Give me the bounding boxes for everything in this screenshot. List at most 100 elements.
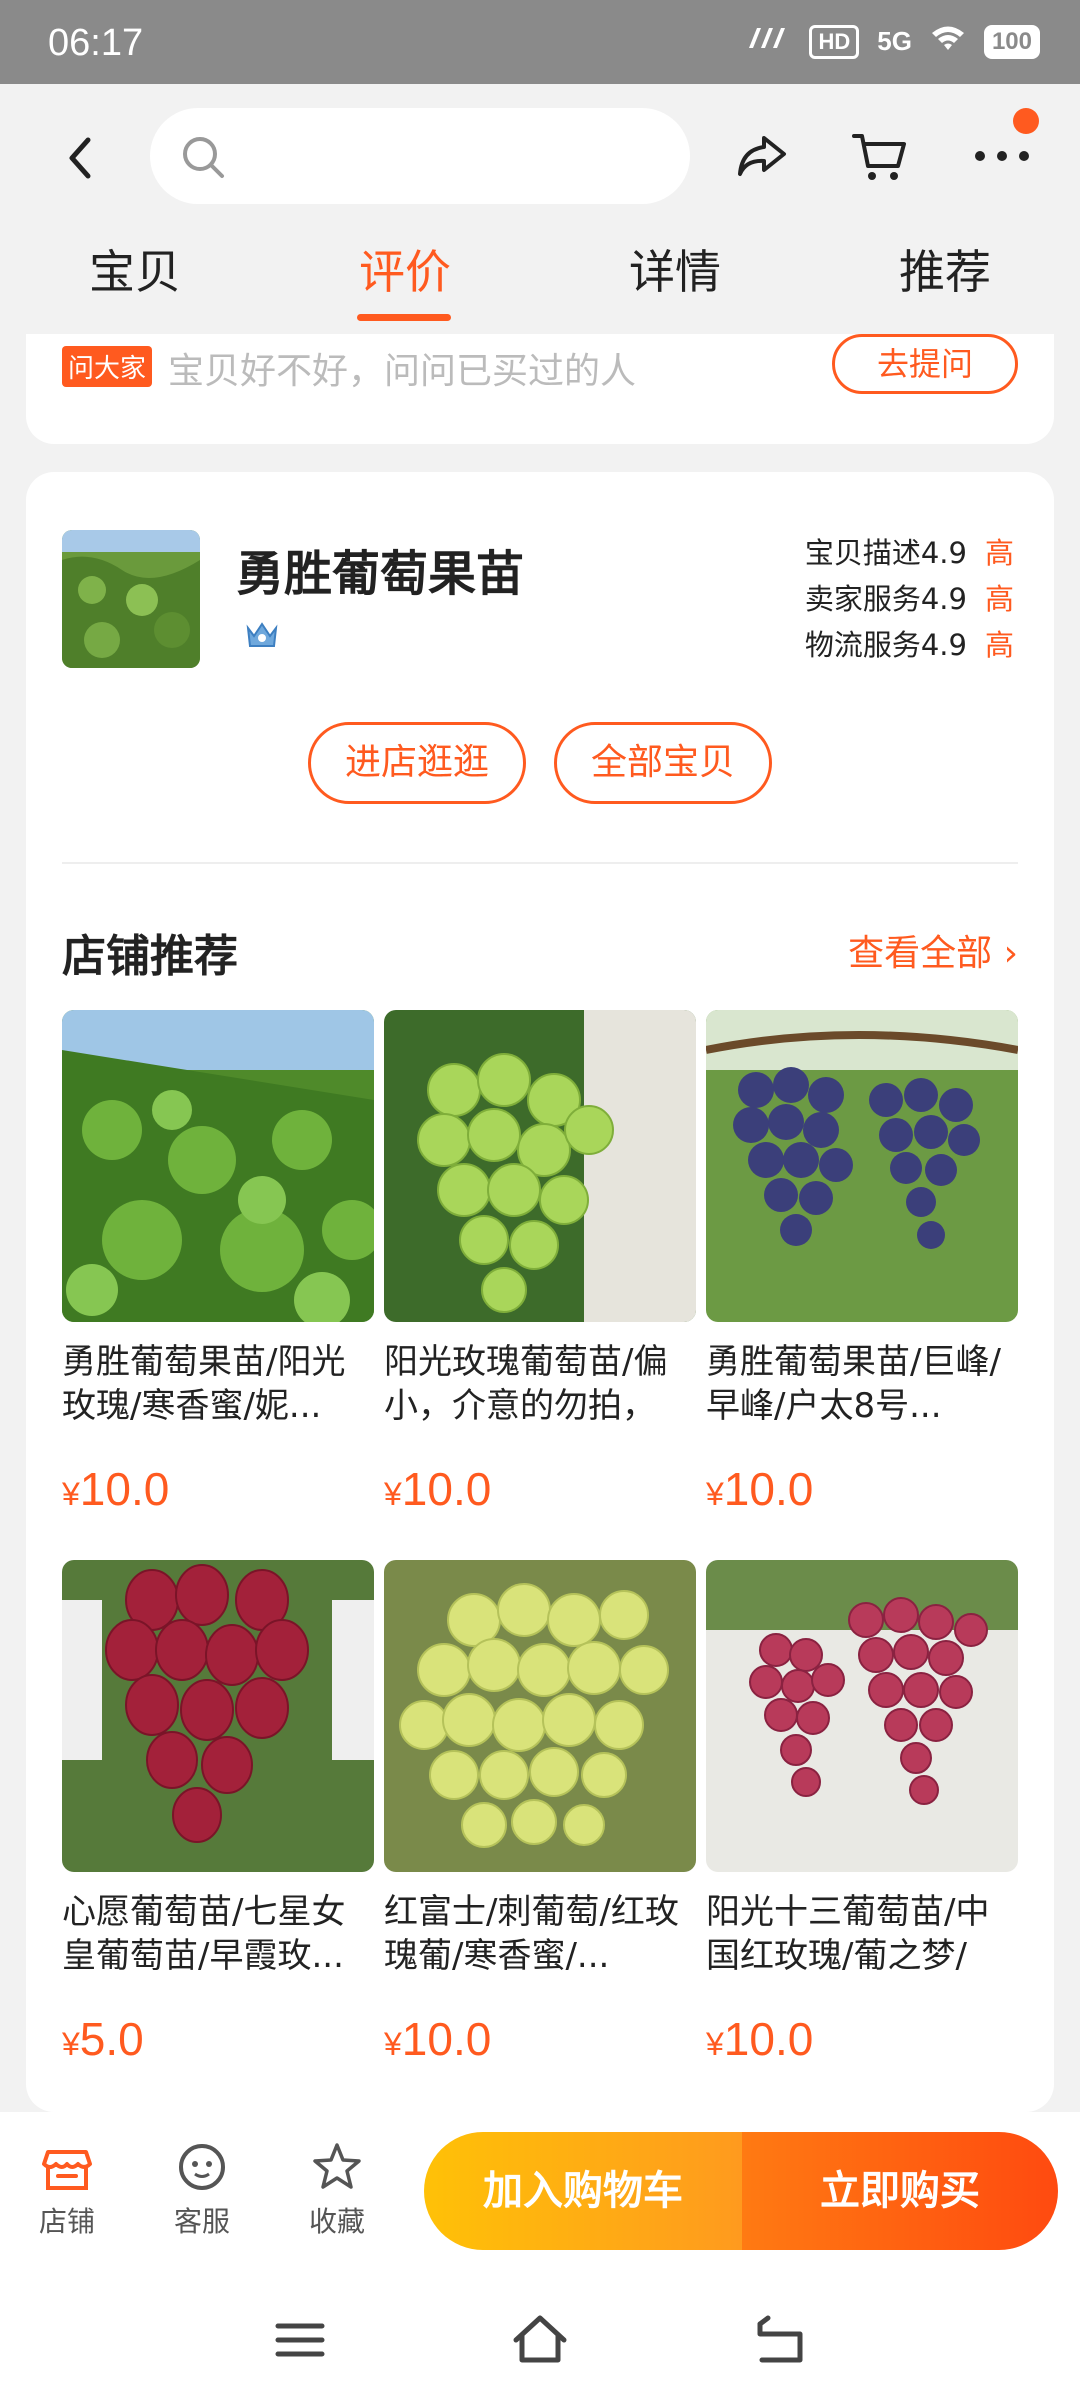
status-time: 06:17 xyxy=(48,22,144,64)
price-value: 5.0 xyxy=(79,2013,144,2065)
product-price: ¥10.0 xyxy=(706,2012,1018,2066)
product-image xyxy=(62,1560,374,1872)
network-badge: 5G xyxy=(877,26,912,56)
product-price: ¥5.0 xyxy=(62,2012,374,2066)
product-title: 勇胜葡萄果苗/阳光玫瑰/寒香蜜/妮... xyxy=(62,1342,346,1426)
return-icon xyxy=(757,2315,803,2363)
product-title: 心愿葡萄苗/七星女皇葡萄苗/早霞玫... xyxy=(62,1892,346,1976)
currency-symbol: ¥ xyxy=(384,1476,402,1512)
service-label: 客服 xyxy=(173,2205,230,2238)
price-value: 10.0 xyxy=(79,1463,170,1515)
rating-label: 卖家服务 xyxy=(804,582,921,616)
see-all-link[interactable]: 查看全部 › xyxy=(848,924,1018,976)
rating-value: 4.9 xyxy=(920,582,967,616)
wifi-icon xyxy=(930,24,966,59)
menu-nav-button[interactable] xyxy=(270,2310,330,2370)
price-value: 10.0 xyxy=(401,2013,492,2065)
tab-details[interactable]: 详情 xyxy=(605,236,745,302)
search-icon xyxy=(183,137,224,178)
currency-symbol: ¥ xyxy=(384,2026,402,2062)
visit-store-button[interactable]: 进店逛逛 xyxy=(308,722,526,804)
rating-value: 4.9 xyxy=(920,536,967,570)
store-icon xyxy=(42,2150,92,2190)
shop-button[interactable]: 店铺 xyxy=(22,2140,112,2240)
product-card[interactable]: 阳光玫瑰葡萄苗/偏小，介意的勿拍， ¥10.0 xyxy=(384,1010,696,1516)
search-input[interactable] xyxy=(150,108,690,204)
ask-question-button[interactable]: 去提问 xyxy=(832,334,1018,394)
buy-now-button[interactable]: 立即购买 xyxy=(742,2132,1058,2250)
home-nav-button[interactable] xyxy=(510,2310,570,2370)
currency-symbol: ¥ xyxy=(62,2026,80,2062)
product-card[interactable]: 红富士/刺葡萄/红玫瑰葡/寒香蜜/... ¥10.0 xyxy=(384,1560,696,2066)
tab-reviews[interactable]: 评价 xyxy=(335,236,475,302)
currency-symbol: ¥ xyxy=(706,1476,724,1512)
rating-label: 宝贝描述 xyxy=(804,536,921,570)
price-value: 10.0 xyxy=(723,2013,814,2065)
product-title: 阳光玫瑰葡萄苗/偏小，介意的勿拍， xyxy=(384,1342,668,1426)
rating-level: 高 xyxy=(984,628,1014,662)
store-ratings: 宝贝描述 4.9 高 卖家服务 4.9 高 物流服务 4.9 高 xyxy=(774,530,1014,668)
tab-recommend[interactable]: 推荐 xyxy=(875,236,1015,302)
product-card[interactable]: 阳光十三葡萄苗/中国红玫瑰/葡之梦/ ¥10.0 xyxy=(706,1560,1018,2066)
header: 宝贝 评价 详情 推荐 xyxy=(0,84,1080,334)
add-to-cart-button[interactable]: 加入购物车 xyxy=(424,2132,742,2250)
favorite-label: 收藏 xyxy=(308,2205,365,2238)
currency-symbol: ¥ xyxy=(62,1476,80,1512)
product-image xyxy=(384,1010,696,1322)
system-nav-bar xyxy=(0,2280,1080,2400)
menu-icon xyxy=(275,2323,325,2357)
rating-level: 高 xyxy=(984,536,1014,570)
ask-section: 问大家 宝贝好不好，问问已买过的人 去提问 xyxy=(26,334,1054,444)
rating-label: 物流服务 xyxy=(804,628,921,662)
divider xyxy=(62,862,1018,864)
star-icon xyxy=(313,2143,361,2189)
cart-icon xyxy=(852,134,906,180)
shop-label: 店铺 xyxy=(38,2205,95,2238)
product-image xyxy=(706,1560,1018,1872)
product-price: ¥10.0 xyxy=(62,1462,374,1516)
currency-symbol: ¥ xyxy=(706,2026,724,2062)
share-button[interactable] xyxy=(730,124,794,188)
product-price: ¥10.0 xyxy=(706,1462,1018,1516)
store-logo[interactable] xyxy=(62,530,200,668)
store-name[interactable]: 勇胜葡萄果苗 xyxy=(236,534,524,604)
rating-row: 宝贝描述 4.9 高 xyxy=(774,530,1014,576)
product-card[interactable]: 心愿葡萄苗/七星女皇葡萄苗/早霞玫... ¥5.0 xyxy=(62,1560,374,2066)
cart-button[interactable] xyxy=(848,124,912,188)
rating-row: 卖家服务 4.9 高 xyxy=(774,576,1014,622)
ask-tag: 问大家 xyxy=(62,346,153,387)
all-items-button[interactable]: 全部宝贝 xyxy=(554,722,772,804)
product-price: ¥10.0 xyxy=(384,1462,696,1516)
tab-item[interactable]: 宝贝 xyxy=(65,236,205,302)
section-title: 店铺推荐 xyxy=(62,931,238,982)
status-bar: 06:17 HD 5G 100 xyxy=(0,0,1080,84)
product-title: 勇胜葡萄果苗/巨峰/早峰/户太8号... xyxy=(706,1342,1001,1426)
active-tab-indicator xyxy=(357,314,451,321)
signal-icon xyxy=(745,26,791,57)
product-card[interactable]: 勇胜葡萄果苗/巨峰/早峰/户太8号... ¥10.0 xyxy=(706,1010,1018,1516)
back-button[interactable] xyxy=(52,128,112,188)
chat-face-icon xyxy=(179,2144,225,2190)
bottom-action-bar: 店铺 客服 收藏 加入购物车 立即购买 xyxy=(0,2112,1080,2280)
chevron-left-icon xyxy=(69,137,91,179)
price-value: 10.0 xyxy=(723,1463,814,1515)
ask-prompt[interactable]: 宝贝好不好，问问已买过的人 xyxy=(168,342,636,394)
favorite-button[interactable]: 收藏 xyxy=(292,2140,382,2240)
share-icon xyxy=(738,136,786,176)
product-title: 红富士/刺葡萄/红玫瑰葡/寒香蜜/... xyxy=(384,1892,679,1976)
price-value: 10.0 xyxy=(401,1463,492,1515)
product-card[interactable]: 勇胜葡萄果苗/阳光玫瑰/寒香蜜/妮... ¥10.0 xyxy=(62,1010,374,1516)
rating-value: 4.9 xyxy=(920,628,967,662)
product-image xyxy=(384,1560,696,1872)
hd-badge: HD xyxy=(809,24,860,59)
back-nav-button[interactable] xyxy=(750,2310,810,2370)
tab-bar: 宝贝 评价 详情 推荐 xyxy=(0,236,1080,326)
home-icon xyxy=(513,2315,567,2363)
customer-service-button[interactable]: 客服 xyxy=(157,2140,247,2240)
status-icons: HD 5G 100 xyxy=(745,24,1040,59)
product-title: 阳光十三葡萄苗/中国红玫瑰/葡之梦/ xyxy=(706,1892,990,1976)
rating-level: 高 xyxy=(984,582,1014,616)
rating-row: 物流服务 4.9 高 xyxy=(774,622,1014,668)
notification-dot xyxy=(1013,108,1039,134)
product-image xyxy=(706,1010,1018,1322)
